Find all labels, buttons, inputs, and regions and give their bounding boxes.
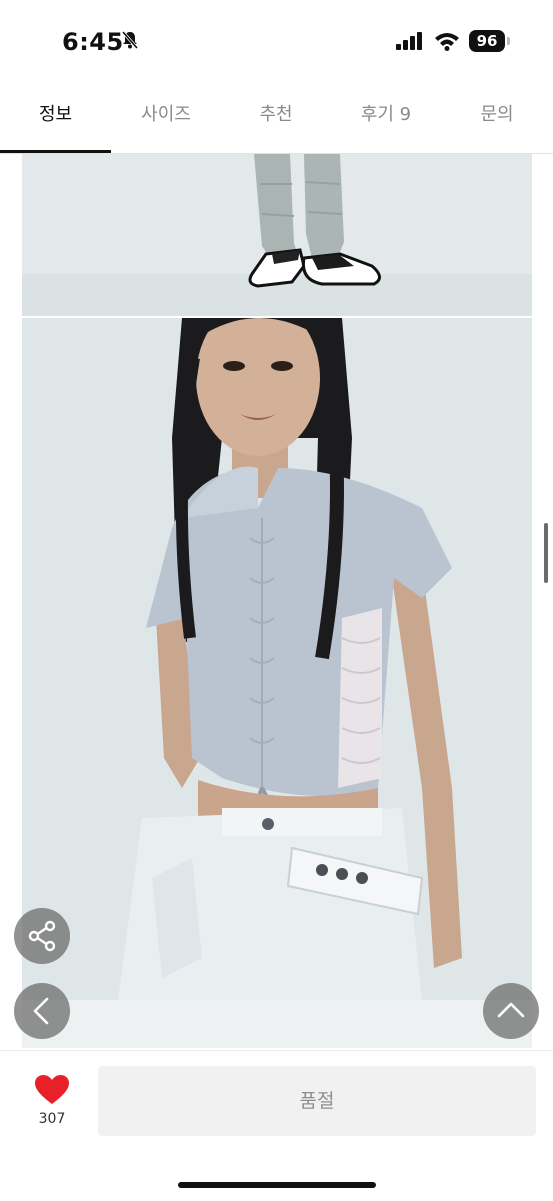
wifi-icon xyxy=(434,31,460,55)
chevron-left-icon xyxy=(33,997,49,1025)
status-bar: 6:45 96 xyxy=(0,0,553,80)
battery-level: 96 xyxy=(469,30,505,52)
cellular-signal-icon xyxy=(396,32,424,54)
tab-recommend[interactable]: 추천 xyxy=(221,85,331,153)
active-tab-indicator xyxy=(0,150,111,153)
like-count: 307 xyxy=(38,1111,66,1127)
sold-out-button[interactable]: 품절 xyxy=(98,1066,536,1136)
scroll-to-top-button[interactable] xyxy=(483,983,539,1039)
tab-info[interactable]: 정보 xyxy=(0,85,111,153)
battery-tip xyxy=(507,37,510,45)
scrollbar-thumb[interactable] xyxy=(544,523,548,583)
like-button[interactable] xyxy=(34,1074,70,1110)
share-icon xyxy=(28,920,56,952)
tab-reviews[interactable]: 후기 9 xyxy=(331,85,441,153)
back-button[interactable] xyxy=(14,983,70,1039)
tab-bar: 정보 사이즈 추천 후기 9 문의 xyxy=(0,85,553,154)
status-time: 6:45 xyxy=(62,28,124,56)
tab-size[interactable]: 사이즈 xyxy=(111,85,221,153)
home-indicator xyxy=(178,1182,376,1188)
product-photo-model xyxy=(22,318,532,1000)
chevron-up-icon xyxy=(497,1002,525,1018)
tab-inquiry[interactable]: 문의 xyxy=(441,85,553,153)
share-button[interactable] xyxy=(14,908,70,964)
product-photo-next xyxy=(22,1000,532,1048)
bell-muted-icon xyxy=(120,30,140,54)
heart-icon xyxy=(35,1075,69,1104)
product-photo-legs xyxy=(22,154,532,316)
